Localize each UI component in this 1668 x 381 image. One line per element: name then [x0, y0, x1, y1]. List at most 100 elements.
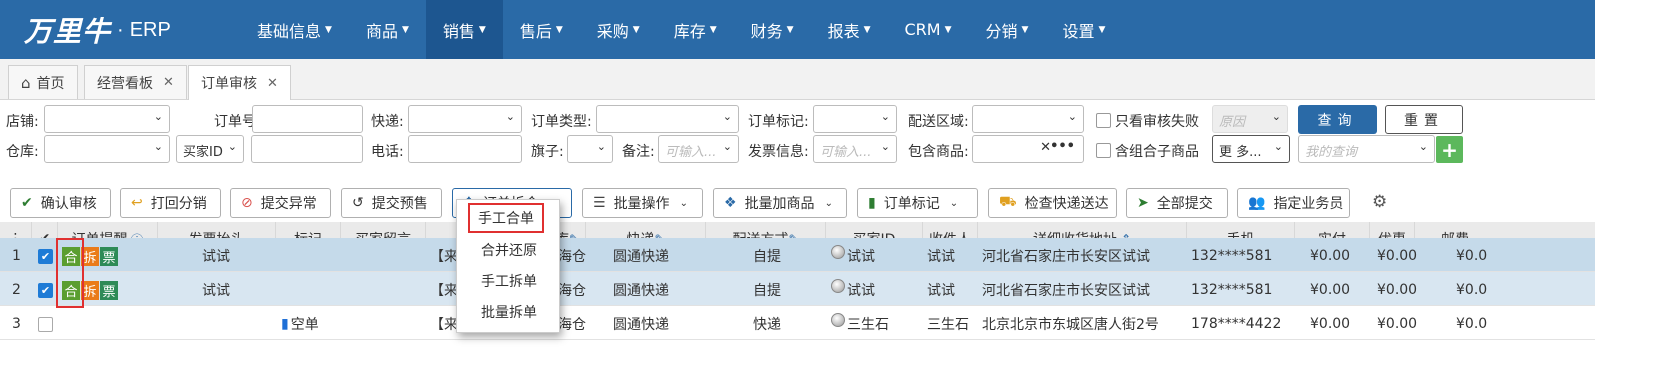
shop-select[interactable]: ⌄	[44, 105, 170, 133]
gear-icon[interactable]: ⚙	[1372, 192, 1387, 212]
nav-finance[interactable]: 财务 ▼	[734, 0, 811, 59]
menu-item-manual-split[interactable]: 手工拆单	[457, 266, 561, 296]
flag-select[interactable]: ⌄	[567, 135, 613, 163]
region-select[interactable]: ⌄	[972, 105, 1084, 133]
mobile-cell: 132****581	[1191, 248, 1273, 264]
nav-settings[interactable]: 设置 ▼	[1045, 0, 1122, 59]
express-select[interactable]: ⌄	[408, 105, 522, 133]
tab-dashboard[interactable]: 经营看板 ✕	[84, 65, 187, 99]
invoice-placeholder: 可输入...	[820, 145, 872, 160]
order-mark-select[interactable]: ⌄	[813, 105, 897, 133]
assign-sales-button[interactable]: 👥 指定业务员	[1237, 188, 1350, 218]
return-pick-button[interactable]: ↩ 打回分销	[120, 188, 221, 218]
buyer-msg-cell: 【来	[430, 317, 458, 333]
more-filters-select[interactable]: 更 多... ⌄	[1212, 135, 1290, 163]
table-row[interactable]: 2 ✔ 合 拆 票 试试 【来 海仓 圆通快递 自提 试试 试试 河北省石家庄市…	[0, 272, 1595, 306]
buyer-avatar-icon	[831, 313, 845, 327]
mark-cell: 空单	[290, 317, 319, 333]
chevron-down-icon: ⌄	[679, 197, 688, 209]
nav-after-sales[interactable]: 售后 ▼	[503, 0, 580, 59]
batch-ops-dropdown-button[interactable]: ☰ 批量操作 ⌄	[582, 188, 703, 218]
chevron-down-icon: ⌄	[1271, 110, 1281, 123]
caret-down-icon: ▼	[325, 24, 332, 35]
shop-label: 店铺:	[6, 114, 39, 130]
menu-item-batch-split[interactable]: 批量拆单	[457, 297, 561, 327]
my-query-select[interactable]: 我的查询 ⌄	[1298, 135, 1435, 163]
order-type-select[interactable]: ⌄	[596, 105, 739, 133]
submit-exception-button[interactable]: ⊘ 提交异常	[230, 188, 331, 218]
invoice-head-cell: 试试	[202, 249, 230, 265]
contains-goods-input[interactable]: ✕ •••	[972, 135, 1084, 163]
remark-placeholder: 可输入...	[665, 145, 717, 160]
region-label: 配送区域:	[908, 114, 969, 130]
confirm-review-button[interactable]: ✔ 确认审核	[10, 188, 111, 218]
tab-home[interactable]: ⌂ 首页	[8, 65, 78, 99]
menu-item-merge-restore[interactable]: 合并还原	[457, 235, 561, 265]
tab-label: 首页	[36, 75, 65, 92]
nav-label: 库存	[673, 21, 706, 41]
buyer-id-cell: 试试	[847, 249, 875, 265]
caret-down-icon: ▼	[401, 24, 409, 35]
nav-label: 设置	[1062, 21, 1095, 41]
users-icon: 👥	[1248, 195, 1266, 211]
reason-select[interactable]: 原因 ⌄	[1212, 105, 1288, 133]
receiver-cell: 试试	[927, 283, 955, 299]
caret-down-icon: ▼	[944, 24, 952, 35]
check-express-button[interactable]: ⛟ 检查快递送达	[988, 188, 1117, 218]
nav-goods[interactable]: 商品 ▼	[349, 0, 426, 59]
combo-checkbox[interactable]	[1096, 143, 1111, 158]
express-cell: 圆通快递	[613, 249, 669, 265]
nav-purchase[interactable]: 采购 ▼	[580, 0, 657, 59]
chevron-down-icon: ⌄	[880, 110, 890, 123]
home-icon: ⌂	[21, 73, 31, 92]
buyer-type-select[interactable]: 买家ID ⌄	[176, 135, 244, 163]
remark-select[interactable]: 可输入... ⌄	[658, 135, 739, 163]
query-button[interactable]: 查询	[1298, 105, 1377, 134]
invoice-select[interactable]: 可输入... ⌄	[813, 135, 897, 163]
express-cell: 圆通快递	[613, 283, 669, 299]
nav-crm[interactable]: CRM ▼	[888, 0, 969, 59]
discount-cell: ¥0.00	[1377, 282, 1418, 298]
batch-add-goods-button[interactable]: ❖ 批量加商品 ⌄	[713, 188, 847, 218]
nav-distribution[interactable]: 分销 ▼	[969, 0, 1046, 59]
phone-input[interactable]	[408, 135, 522, 163]
button-label: 批量加商品	[744, 196, 815, 212]
tab-bar: ⌂ 首页 经营看板 ✕ 订单审核 ✕	[0, 59, 1595, 100]
order-no-input[interactable]	[252, 105, 363, 133]
reset-button[interactable]: 重置	[1385, 105, 1463, 134]
submit-all-button[interactable]: ➤ 全部提交	[1126, 188, 1228, 218]
highlight-annotation	[56, 238, 84, 308]
table-row[interactable]: 3 ▮ 空单 【来 海仓 圆通快递 快递 三生石 三生石 北京北京市东城区唐人街2…	[0, 306, 1595, 340]
nav-basic-info[interactable]: 基础信息 ▼	[240, 0, 349, 59]
warehouse-select[interactable]: ⌄	[44, 135, 170, 163]
nav-sales[interactable]: 销售 ▼	[425, 0, 503, 59]
add-query-button[interactable]: +	[1436, 136, 1463, 163]
chevron-down-icon: ⌄	[1418, 140, 1428, 153]
button-label: 确认审核	[40, 196, 97, 212]
close-icon[interactable]: ✕	[267, 76, 278, 91]
nav-reports[interactable]: 报表 ▼	[811, 0, 888, 59]
row-checkbox[interactable]: ✔	[38, 248, 53, 264]
check-icon: ✔	[21, 195, 33, 211]
table-row[interactable]: 1 ✔ 合 拆 票 试试 【来 海仓 圆通快递 自提 试试 试试 河北省石家庄市…	[0, 238, 1595, 272]
menu-item-manual-merge[interactable]: 手工合单	[468, 203, 544, 233]
submit-presale-button[interactable]: ↺ 提交预售	[341, 188, 442, 218]
close-icon[interactable]: ✕	[163, 75, 174, 90]
buyer-id-cell: 试试	[847, 283, 875, 299]
row-checkbox[interactable]: ✔	[38, 282, 53, 298]
row-checkbox[interactable]	[38, 316, 53, 332]
only-failed-checkbox[interactable]	[1096, 113, 1111, 128]
invoice-label: 发票信息:	[748, 144, 809, 160]
buyer-input[interactable]	[251, 135, 363, 163]
nav-label: 销售	[442, 21, 475, 41]
order-mark-dropdown-button[interactable]: ▮ 订单标记 ⌄	[857, 188, 978, 218]
postage-cell: ¥0.0	[1456, 248, 1488, 264]
postage-cell: ¥0.0	[1456, 282, 1488, 298]
nav-inventory[interactable]: 库存 ▼	[657, 0, 734, 59]
more-dots-icon[interactable]: •••	[1050, 139, 1075, 154]
app-logo[interactable]: 万里牛 · ERP	[24, 10, 171, 50]
tab-order-review[interactable]: 订单审核 ✕	[188, 65, 291, 100]
chevron-down-icon: ⌄	[153, 110, 163, 123]
chevron-down-icon: ⌄	[880, 140, 890, 153]
plus-icon: +	[1441, 137, 1458, 162]
